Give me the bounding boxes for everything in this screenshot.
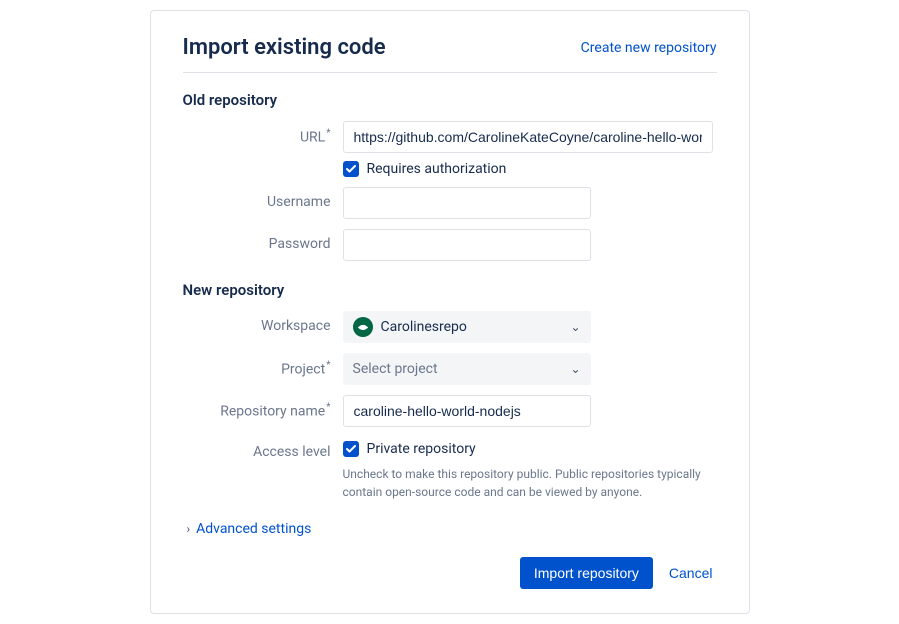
- password-label: Password: [183, 229, 343, 252]
- check-icon: [346, 165, 356, 173]
- private-repo-label: Private repository: [367, 441, 476, 457]
- chevron-right-icon: ›: [187, 522, 191, 536]
- url-label: URL*: [183, 121, 343, 146]
- old-repository-section: Old repository URL* Requires authorizati…: [183, 91, 717, 261]
- private-repo-checkbox[interactable]: [343, 441, 359, 457]
- import-code-card: Import existing code Create new reposito…: [150, 10, 750, 614]
- url-row: URL* Requires authorization: [183, 121, 717, 177]
- project-value: Select project: [353, 361, 438, 377]
- advanced-settings-toggle[interactable]: › Advanced settings: [187, 521, 717, 537]
- workspace-label: Workspace: [183, 311, 343, 334]
- advanced-settings-label: Advanced settings: [196, 521, 311, 537]
- password-row: Password: [183, 229, 717, 261]
- username-input[interactable]: [343, 187, 591, 219]
- repo-name-label: Repository name*: [183, 395, 343, 420]
- username-label: Username: [183, 187, 343, 210]
- private-repo-row: Private repository: [343, 441, 717, 457]
- footer: Import repository Cancel: [183, 557, 717, 589]
- project-row: Project* Select project ⌄: [183, 353, 717, 385]
- workspace-avatar-icon: [353, 317, 373, 337]
- import-repository-button[interactable]: Import repository: [520, 557, 653, 589]
- chevron-down-icon: ⌄: [570, 320, 580, 334]
- url-input[interactable]: [343, 121, 713, 153]
- access-level-label: Access level: [183, 437, 343, 460]
- requires-auth-checkbox[interactable]: [343, 161, 359, 177]
- old-repo-section-title: Old repository: [183, 91, 717, 109]
- username-row: Username: [183, 187, 717, 219]
- project-select[interactable]: Select project ⌄: [343, 353, 591, 385]
- password-input[interactable]: [343, 229, 591, 261]
- requires-auth-row: Requires authorization: [343, 161, 717, 177]
- workspace-select[interactable]: Carolinesrepo ⌄: [343, 311, 591, 343]
- private-repo-help: Uncheck to make this repository public. …: [343, 465, 713, 501]
- create-new-repo-link[interactable]: Create new repository: [581, 40, 717, 56]
- repo-name-input[interactable]: [343, 395, 591, 427]
- workspace-value: Carolinesrepo: [381, 319, 467, 335]
- cancel-button[interactable]: Cancel: [665, 557, 717, 589]
- access-level-row: Access level Private repository Uncheck …: [183, 437, 717, 501]
- new-repo-section-title: New repository: [183, 281, 717, 299]
- page-title: Import existing code: [183, 35, 386, 60]
- repo-name-row: Repository name*: [183, 395, 717, 427]
- chevron-down-icon: ⌄: [570, 362, 580, 376]
- project-label: Project*: [183, 353, 343, 378]
- check-icon: [346, 445, 356, 453]
- workspace-row: Workspace Carolinesrepo ⌄: [183, 311, 717, 343]
- requires-auth-label: Requires authorization: [367, 161, 507, 177]
- card-header: Import existing code Create new reposito…: [183, 35, 717, 73]
- new-repository-section: New repository Workspace Carolinesrepo ⌄…: [183, 281, 717, 501]
